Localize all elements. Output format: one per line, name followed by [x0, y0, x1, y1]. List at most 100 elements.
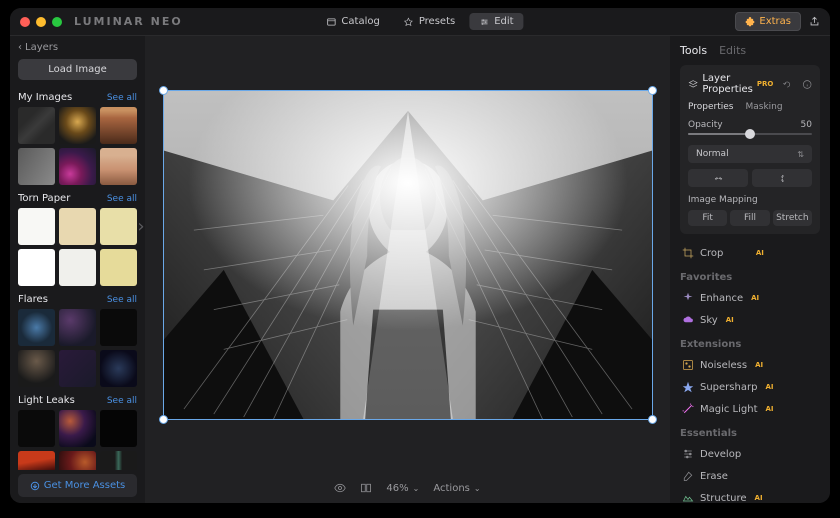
back-to-layers[interactable]: ‹ Layers [18, 42, 137, 53]
section-light-leaks: Light Leaks [18, 395, 75, 406]
section-essentials: Essentials [680, 428, 820, 439]
subtab-masking[interactable]: Masking [745, 102, 782, 112]
section-extensions: Extensions [680, 339, 820, 350]
thumb-my-images-3[interactable] [100, 107, 137, 144]
thumb-flares-3[interactable] [100, 309, 137, 346]
canvas-image[interactable] [163, 90, 653, 420]
slider-thumb[interactable] [745, 129, 755, 139]
sidebar: ‹ Layers Load Image My ImagesSee all Tor… [10, 36, 145, 503]
layer-properties-panel: Layer Properties PRO Properties Masking … [680, 65, 820, 234]
tab-edit[interactable]: Edit [469, 13, 523, 30]
thumb-my-images-6[interactable] [100, 148, 137, 185]
noiseless-icon [682, 359, 694, 371]
thumb-torn-6[interactable] [100, 249, 137, 286]
see-all-leaks[interactable]: See all [107, 396, 137, 406]
thumb-torn-5[interactable] [59, 249, 96, 286]
undo-icon[interactable] [782, 79, 792, 90]
tool-structure[interactable]: StructureAI [680, 487, 820, 503]
chevron-down-icon: ⌄ [474, 484, 481, 493]
thumb-flares-5[interactable] [59, 350, 96, 387]
blend-mode-dropdown[interactable]: Normal⇅ [688, 145, 812, 163]
tool-sky[interactable]: SkyAI [680, 309, 820, 331]
thumb-my-images-1[interactable] [18, 107, 55, 144]
layers-icon [688, 79, 698, 90]
thumb-leaks-6[interactable] [100, 451, 137, 470]
thumb-leaks-3[interactable] [100, 410, 137, 447]
extras-button[interactable]: Extras [735, 12, 801, 31]
compare-toggle[interactable] [360, 482, 372, 494]
presets-icon [404, 17, 414, 27]
transform-handle-tl[interactable] [159, 86, 168, 95]
tool-crop[interactable]: CropPROAI [680, 242, 820, 264]
transform-handle-tr[interactable] [648, 86, 657, 95]
tool-erase[interactable]: Erase [680, 465, 820, 487]
canvas-toolbar: 46% ⌄ Actions ⌄ [145, 473, 670, 503]
section-torn-paper: Torn Paper [18, 193, 70, 204]
load-image-button[interactable]: Load Image [18, 59, 137, 80]
tool-develop[interactable]: Develop [680, 443, 820, 465]
window-minimize-icon[interactable] [36, 17, 46, 27]
supersharp-icon [682, 381, 694, 393]
section-favorites: Favorites [680, 272, 820, 283]
tab-presets[interactable]: Presets [394, 13, 465, 30]
thumb-flares-1[interactable] [18, 309, 55, 346]
eraser-icon [682, 470, 694, 482]
tool-magic-light[interactable]: Magic LightAI [680, 398, 820, 420]
thumb-torn-4[interactable] [18, 249, 55, 286]
tab-tools[interactable]: Tools [680, 44, 707, 57]
crop-icon [682, 247, 694, 259]
tab-catalog[interactable]: Catalog [316, 13, 389, 30]
wand-icon [682, 403, 694, 415]
opacity-slider[interactable] [688, 133, 812, 135]
section-flares: Flares [18, 294, 48, 305]
mapping-fill[interactable]: Fill [730, 210, 769, 226]
titlebar: LUMINAR NEO Catalog Presets Edit Extras [10, 8, 830, 36]
thumb-my-images-5[interactable] [59, 148, 96, 185]
thumb-torn-3[interactable] [100, 208, 137, 245]
thumb-flares-2[interactable] [59, 309, 96, 346]
tool-enhance[interactable]: EnhanceAI [680, 287, 820, 309]
zoom-level[interactable]: 46% ⌄ [386, 483, 419, 494]
download-icon [30, 481, 40, 491]
flip-vertical-button[interactable] [752, 169, 812, 187]
thumb-leaks-5[interactable] [59, 451, 96, 470]
chevron-left-icon: ‹ [18, 42, 22, 53]
puzzle-icon [745, 17, 755, 27]
thumb-leaks-2[interactable] [59, 410, 96, 447]
see-all-flares[interactable]: See all [107, 295, 137, 305]
preview-toggle[interactable] [334, 482, 346, 494]
thumb-leaks-4[interactable] [18, 451, 55, 470]
sidebar-expand-icon[interactable]: › [135, 216, 147, 237]
share-icon[interactable] [809, 16, 820, 27]
thumb-flares-4[interactable] [18, 350, 55, 387]
app-window: LUMINAR NEO Catalog Presets Edit Extras [10, 8, 830, 503]
thumb-my-images-2[interactable] [59, 107, 96, 144]
canvas-wrap: 46% ⌄ Actions ⌄ [145, 36, 670, 503]
right-panel: Tools Edits Layer Properties PRO Propert… [670, 36, 830, 503]
subtab-properties[interactable]: Properties [688, 102, 733, 112]
thumb-flares-6[interactable] [100, 350, 137, 387]
window-close-icon[interactable] [20, 17, 30, 27]
transform-handle-bl[interactable] [159, 415, 168, 424]
window-zoom-icon[interactable] [52, 17, 62, 27]
flip-horizontal-button[interactable] [688, 169, 748, 187]
cloud-icon [682, 314, 694, 326]
see-all-torn[interactable]: See all [107, 194, 137, 204]
chevron-down-icon: ⌄ [413, 484, 420, 493]
thumb-torn-1[interactable] [18, 208, 55, 245]
tool-supersharp[interactable]: SupersharpAI [680, 376, 820, 398]
actions-menu[interactable]: Actions ⌄ [433, 483, 480, 494]
app-name: LUMINAR NEO [74, 15, 183, 28]
mapping-fit[interactable]: Fit [688, 210, 727, 226]
transform-handle-br[interactable] [648, 415, 657, 424]
get-more-assets-button[interactable]: Get More Assets [18, 474, 137, 497]
compare-icon [360, 482, 372, 494]
tab-edits[interactable]: Edits [719, 44, 746, 57]
info-icon[interactable] [802, 79, 812, 90]
mapping-stretch[interactable]: Stretch [773, 210, 812, 226]
thumb-torn-2[interactable] [59, 208, 96, 245]
see-all-my-images[interactable]: See all [107, 93, 137, 103]
thumb-my-images-4[interactable] [18, 148, 55, 185]
tool-noiseless[interactable]: NoiselessAI [680, 354, 820, 376]
thumb-leaks-1[interactable] [18, 410, 55, 447]
